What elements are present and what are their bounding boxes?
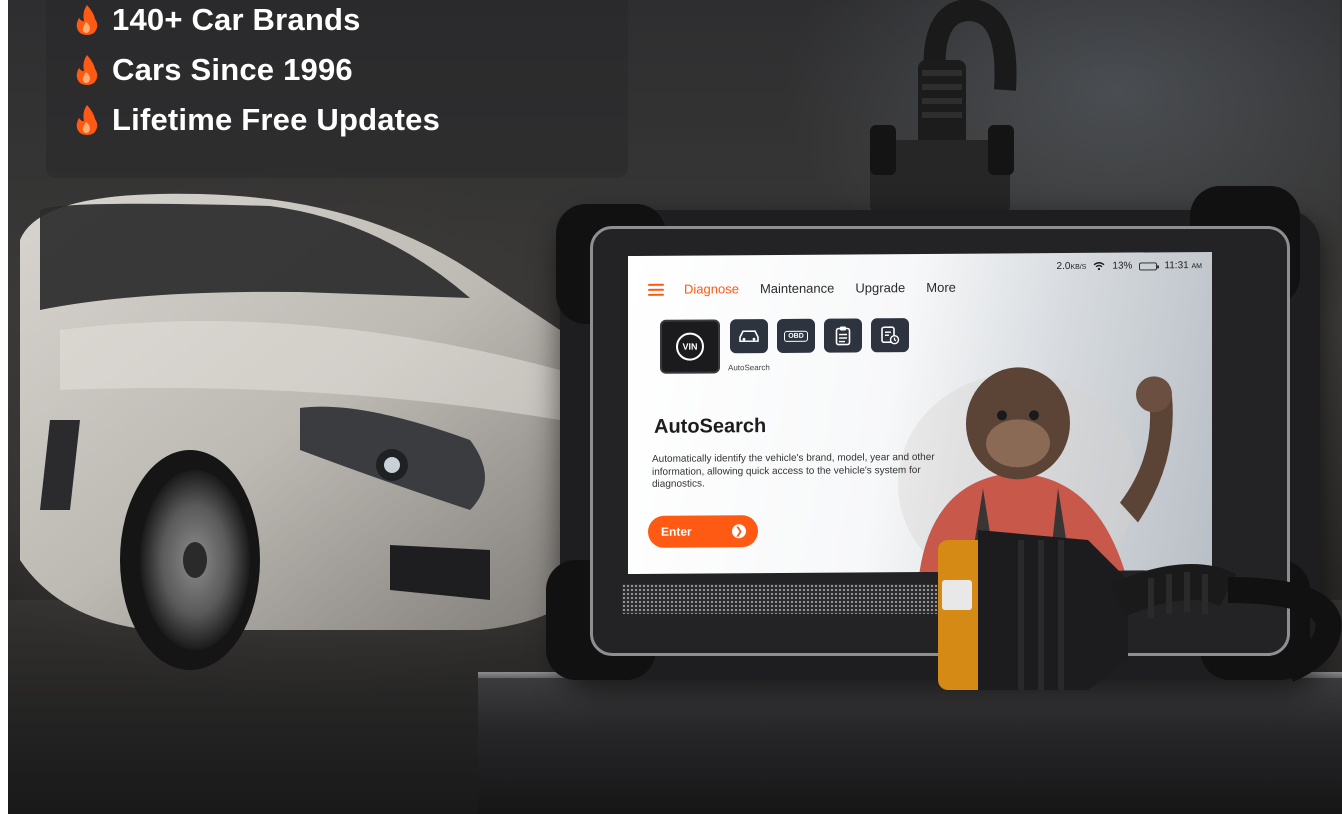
- clock: 11:31 AM: [1164, 260, 1202, 272]
- obd-button[interactable]: OBD: [777, 318, 815, 353]
- network-speed: 2.0KB/S: [1056, 260, 1087, 273]
- car-icon: [739, 330, 759, 343]
- top-cable-connector: [870, 0, 1017, 212]
- image-border: [0, 0, 8, 814]
- enter-button[interactable]: Enter ❯: [648, 515, 758, 548]
- vin-scan-button[interactable]: VIN: [660, 319, 720, 374]
- feature-item: 140+ Car Brands: [74, 0, 361, 40]
- function-icon-row: VIN OBD: [660, 318, 918, 374]
- status-bar: 2.0KB/S 13% 11:31 AM: [1057, 260, 1202, 272]
- history-button[interactable]: [871, 318, 909, 353]
- report-button[interactable]: [824, 318, 862, 353]
- battery-level: 13%: [1112, 260, 1133, 272]
- battery-icon: [1139, 261, 1158, 270]
- sports-car-image: [20, 193, 600, 670]
- tab-upgrade[interactable]: Upgrade: [855, 280, 905, 295]
- feature-description: Automatically identify the vehicle's bra…: [652, 451, 935, 490]
- flame-icon: [76, 5, 98, 35]
- feature-item: Lifetime Free Updates: [74, 100, 440, 140]
- tab-maintenance[interactable]: Maintenance: [760, 281, 834, 297]
- tab-diagnose[interactable]: Diagnose: [684, 281, 739, 296]
- vin-icon: VIN: [676, 332, 704, 361]
- flame-icon: [76, 55, 98, 85]
- product-scene: 2.0KB/S 13% 11:31 AM Diagnose Maintenanc…: [0, 0, 1342, 814]
- feature-text: Cars Since 1996: [112, 52, 353, 87]
- menu-icon[interactable]: [648, 283, 664, 296]
- tab-more[interactable]: More: [926, 280, 956, 295]
- feature-text: 140+ Car Brands: [112, 2, 361, 37]
- document-clock-icon: [881, 326, 900, 345]
- autosearch-icon-label: AutoSearch: [728, 363, 770, 373]
- feature-item: Cars Since 1996: [74, 50, 353, 90]
- obd-connector-cable: [938, 530, 1342, 690]
- clipboard-icon: [835, 326, 851, 346]
- enter-button-label: Enter: [661, 524, 692, 539]
- flame-icon: [76, 105, 98, 135]
- autosearch-button[interactable]: [730, 319, 768, 354]
- wifi-icon: [1093, 262, 1105, 271]
- top-navigation: Diagnose Maintenance Upgrade More: [648, 280, 977, 297]
- obd-icon: OBD: [784, 330, 808, 342]
- feature-text: Lifetime Free Updates: [112, 102, 441, 137]
- arrow-right-icon: ❯: [732, 524, 746, 539]
- feature-title: AutoSearch: [654, 415, 767, 438]
